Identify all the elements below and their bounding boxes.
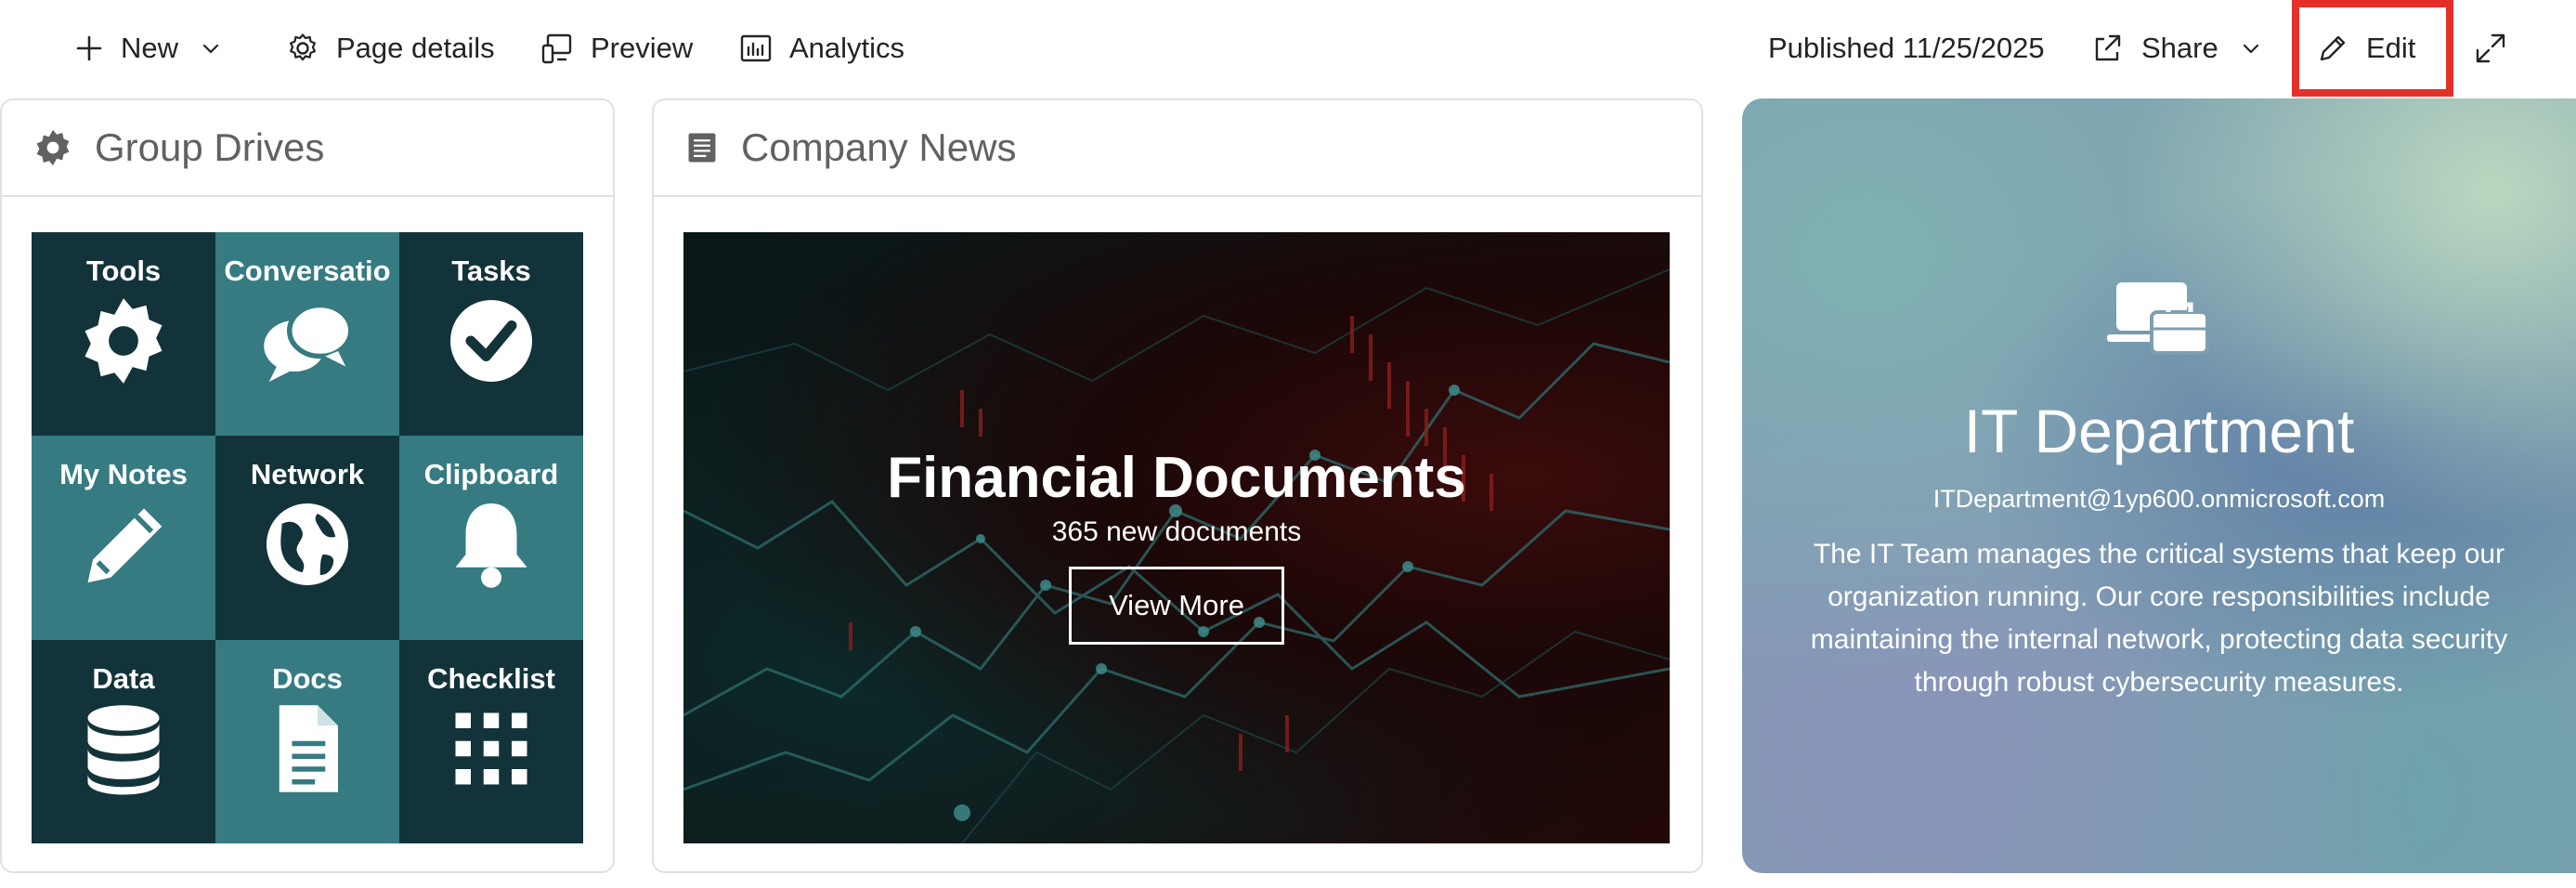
tile-data[interactable]: Data bbox=[32, 639, 215, 843]
group-drives-header: Group Drives bbox=[2, 100, 613, 197]
tile-conversations[interactable]: Conversatio bbox=[215, 232, 399, 437]
page-details-label: Page details bbox=[336, 32, 495, 64]
expand-icon bbox=[2476, 33, 2505, 63]
analytics-chart-icon bbox=[740, 34, 772, 62]
news-icon bbox=[688, 133, 716, 163]
new-button[interactable]: New bbox=[74, 20, 221, 76]
share-label: Share bbox=[2141, 32, 2218, 64]
it-department-card[interactable]: IT Department ITDepartment@1yp600.onmicr… bbox=[1742, 98, 2576, 873]
globe-icon bbox=[267, 503, 348, 586]
database-icon bbox=[87, 704, 160, 795]
expand-button[interactable] bbox=[2474, 20, 2507, 76]
tile-label: My Notes bbox=[59, 458, 188, 491]
it-department-email[interactable]: ITDepartment@1yp600.onmicrosoft.com bbox=[1742, 485, 2576, 514]
tile-clipboard[interactable]: Clipboard bbox=[399, 436, 583, 640]
tile-label: Data bbox=[92, 661, 155, 695]
gear-icon bbox=[85, 298, 163, 384]
tile-label: Network bbox=[250, 458, 365, 491]
company-news-card: Company News Financial Documents 365 new… bbox=[652, 98, 1703, 873]
pencil-icon bbox=[87, 508, 163, 583]
published-label: Published 11/25/2025 bbox=[1768, 32, 2045, 64]
tile-my-notes[interactable]: My Notes bbox=[32, 436, 215, 640]
share-icon bbox=[2095, 34, 2121, 61]
tile-label: Tools bbox=[85, 255, 162, 287]
tile-label: Clipboard bbox=[423, 458, 559, 491]
tile-grid: Tools Conversatio Tasks My Notes Network… bbox=[32, 232, 583, 843]
tile-network[interactable]: Network bbox=[215, 436, 399, 640]
new-label: New bbox=[121, 32, 179, 64]
analytics-label: Analytics bbox=[789, 32, 905, 64]
page-details-button[interactable]: Page details bbox=[286, 20, 495, 76]
tile-tools[interactable]: Tools bbox=[32, 232, 215, 437]
preview-button[interactable]: Preview bbox=[540, 20, 693, 76]
news-hero-image[interactable]: Financial Documents 365 new documents Vi… bbox=[683, 232, 1670, 843]
chat-bubbles-icon bbox=[264, 302, 354, 382]
tile-checklist[interactable]: Checklist bbox=[399, 639, 583, 843]
grid-dots-icon bbox=[455, 712, 527, 785]
share-button[interactable]: Share bbox=[2091, 20, 2261, 76]
laptop-briefcase-icon bbox=[2107, 282, 2209, 355]
news-subtitle: 365 new documents bbox=[1051, 516, 1302, 547]
published-status: Published 11/25/2025 bbox=[1768, 20, 2045, 76]
tile-label: Tasks bbox=[451, 255, 531, 287]
group-drives-card: Group Drives Tools Conversatio Tasks My … bbox=[0, 98, 615, 873]
it-department-title: IT Department bbox=[1963, 397, 2355, 465]
check-circle-icon bbox=[450, 300, 532, 382]
tile-label: Checklist bbox=[427, 661, 555, 695]
gear-icon bbox=[36, 129, 70, 166]
company-news-header: Company News bbox=[654, 100, 1701, 197]
view-more-button[interactable]: View More bbox=[1069, 567, 1284, 645]
tile-docs[interactable]: Docs bbox=[215, 639, 399, 843]
tile-tasks[interactable]: Tasks bbox=[399, 232, 583, 437]
news-overlay: Financial Documents 365 new documents Vi… bbox=[683, 446, 1670, 645]
device-preview-icon bbox=[541, 33, 572, 64]
tile-label: Conversatio bbox=[224, 255, 391, 287]
company-news-title: Company News bbox=[741, 125, 1017, 169]
tile-label: Docs bbox=[272, 661, 343, 695]
preview-label: Preview bbox=[591, 32, 694, 64]
analytics-button[interactable]: Analytics bbox=[739, 20, 904, 76]
plus-icon bbox=[76, 35, 102, 61]
chevron-down-icon bbox=[202, 44, 219, 54]
edit-highlight-box bbox=[2292, 0, 2453, 97]
news-headline: Financial Documents bbox=[887, 446, 1466, 510]
page-toolbar: New Page details Preview Analytics Publi… bbox=[0, 0, 2576, 97]
chevron-down-icon bbox=[2243, 44, 2258, 54]
bell-icon bbox=[455, 503, 527, 589]
it-department-description: The IT Team manages the critical systems… bbox=[1810, 539, 2508, 698]
group-drives-title: Group Drives bbox=[95, 125, 325, 169]
gear-icon bbox=[290, 33, 316, 61]
document-icon bbox=[279, 704, 338, 792]
